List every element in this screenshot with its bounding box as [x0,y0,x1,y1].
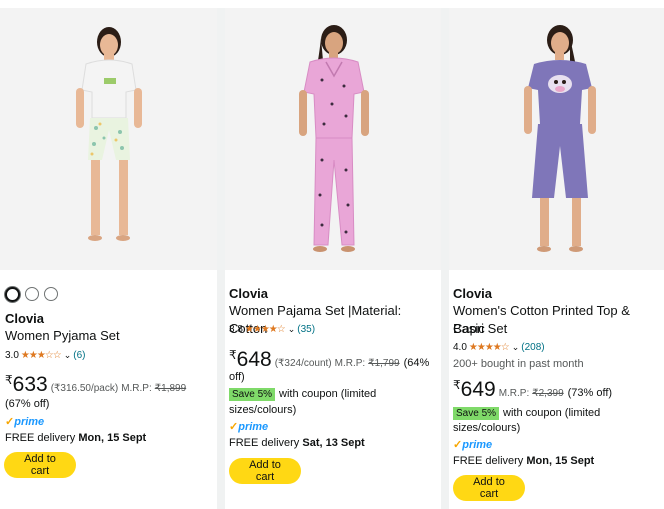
review-count[interactable]: (6) [73,350,85,361]
prime-check-icon: ✓ [5,416,15,428]
prime-badge: ✓prime [5,415,44,428]
chevron-down-icon[interactable]: ⌄ [64,350,72,361]
swatch-option-2[interactable] [25,287,39,301]
card-divider [441,8,449,509]
delivery-info: FREE delivery Mon, 15 Sept [5,432,146,444]
currency-symbol: ₹ [453,378,461,392]
mrp-label: M.R.P: [121,383,152,394]
model-white-pyjama-image [75,27,142,241]
brand-name: Clovia [229,286,269,301]
rating-value: 3.0 [5,350,19,361]
prime-check-icon: ✓ [229,421,239,433]
product-title-continued[interactable]: Capri Set [453,320,507,338]
brand-name: Clovia [453,286,493,301]
delivery-prefix: FREE delivery [453,455,524,467]
product-image[interactable] [449,8,664,270]
price: 648 [236,348,272,371]
delivery-prefix: FREE delivery [5,432,76,444]
discount-continued: off) [229,371,245,383]
prime-label: prime [238,421,269,433]
unit-price: (₹316.50/pack) [50,383,119,394]
mrp-value: ₹1,899 [154,383,187,394]
chevron-down-icon[interactable]: ⌄ [288,324,296,335]
product-card-3: Clovia Women's Cotton Printed Top & Basi… [449,8,664,509]
product-image[interactable] [0,8,217,270]
coupon-text-continued: sizes/colours) [453,422,521,434]
card-divider [217,8,225,509]
mrp-label: M.R.P: [334,358,366,369]
review-count[interactable]: (208) [521,342,544,353]
add-to-cart-button[interactable]: Add to cart [229,458,301,484]
swatch-white[interactable] [5,287,20,302]
mrp-label: M.R.P: [498,388,530,399]
coupon-text: with coupon (limited [279,388,377,400]
delivery-date: Mon, 15 Sept [526,455,595,467]
coupon-text-continued: sizes/colours) [229,404,297,416]
coupon-badge: Save 5% [229,388,276,401]
delivery-info: FREE delivery Mon, 15 Sept [453,455,594,467]
brand-name: Clovia [5,311,45,326]
add-to-cart-button[interactable]: Add to cart [453,475,525,501]
mrp-value: ₹1,799 [368,358,400,369]
product-image[interactable] [225,8,441,270]
product-card-1: Clovia Women Pyjama Set 3.0 ★★★☆☆ ⌄ (6) … [0,8,217,509]
unit-price: (₹324/count) [274,358,332,369]
delivery-prefix: FREE delivery [229,437,300,449]
price: 633 [12,373,48,396]
price-line: ₹ 649 M.R.P: ₹2,399 (73% off) [453,378,612,402]
rating-value: 3.8 [229,324,243,335]
discount: (67% off) [5,398,50,410]
price-line: ₹ 633 (₹316.50/pack) M.R.P: ₹1,899 [5,373,186,397]
coupon-badge: Save 5% [453,407,500,420]
delivery-date: Mon, 15 Sept [78,432,147,444]
coupon-text: with coupon (limited [503,407,601,419]
price-line: ₹ 648 (₹324/count) M.R.P: ₹1,799 (64% [229,348,429,372]
delivery-date: Sat, 13 Sept [302,437,365,449]
mrp-value: ₹2,399 [532,388,564,399]
delivery-info: FREE delivery Sat, 13 Sept [229,437,365,449]
prime-label: prime [14,416,45,428]
prime-badge: ✓prime [453,438,492,451]
star-rating-icon: ★★★★☆ [244,324,286,335]
model-pink-pajama-image [299,25,369,252]
rating-row[interactable]: 4.0 ★★★★☆ ⌄ (208) [453,342,545,353]
rating-value: 4.0 [453,342,467,353]
currency-symbol: ₹ [5,373,13,387]
star-rating-icon: ★★★☆☆ [20,350,62,361]
discount: (73% off) [567,387,613,399]
prime-badge: ✓prime [229,420,268,433]
prime-check-icon: ✓ [453,439,463,451]
price: 649 [460,378,496,401]
model-lavender-capri-image [523,25,596,252]
rating-row[interactable]: 3.8 ★★★★☆ ⌄ (35) [229,324,315,335]
rating-row[interactable]: 3.0 ★★★☆☆ ⌄ (6) [5,350,86,361]
product-card-2: Clovia Women Pajama Set |Material: Cotto… [225,8,441,509]
discount: (64% [403,357,430,369]
prime-label: prime [462,439,493,451]
add-to-cart-button[interactable]: Add to cart [4,452,76,478]
currency-symbol: ₹ [229,348,237,362]
swatch-option-3[interactable] [44,287,58,301]
bought-count: 200+ bought in past month [453,358,584,370]
coupon-row[interactable]: Save 5% with coupon (limited [229,386,376,403]
chevron-down-icon[interactable]: ⌄ [512,342,520,353]
review-count[interactable]: (35) [297,324,315,335]
star-rating-icon: ★★★★☆ [468,342,510,353]
color-swatches [5,287,58,302]
product-title[interactable]: Women Pyjama Set [5,327,120,345]
